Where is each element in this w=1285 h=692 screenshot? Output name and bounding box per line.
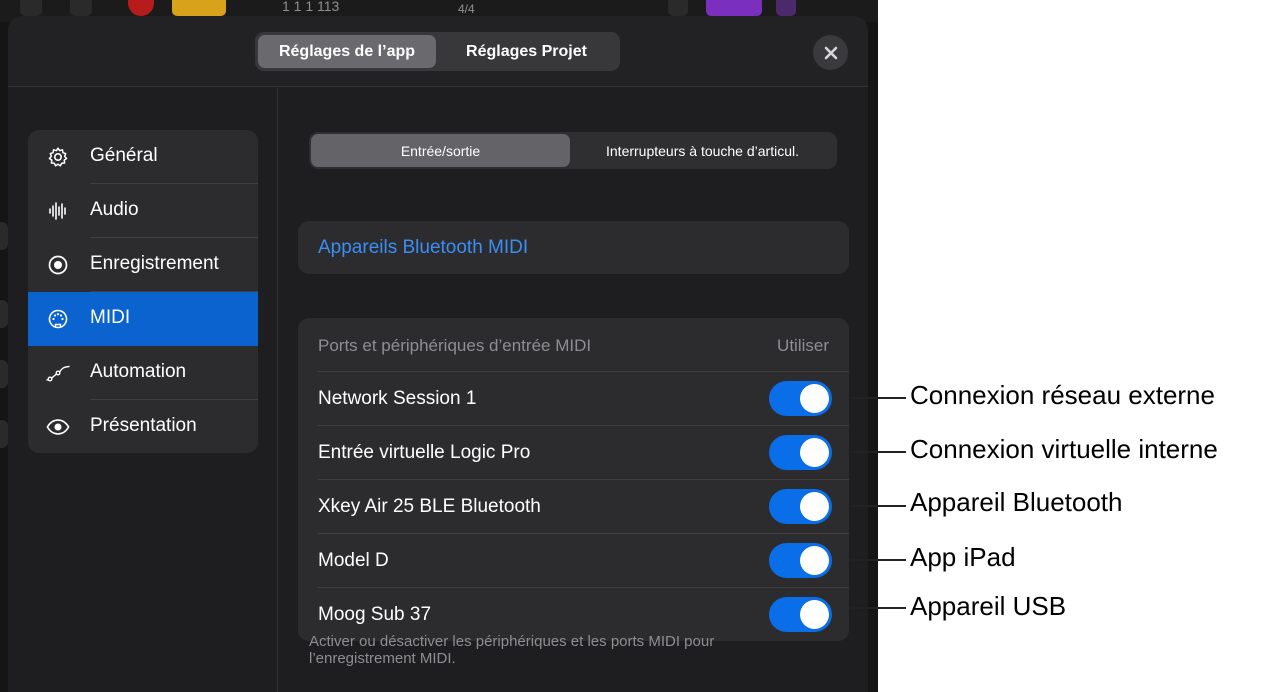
- background-track: [0, 360, 8, 388]
- sidebar-item-label: Automation: [90, 361, 187, 382]
- callout-leader-line: [851, 451, 906, 453]
- settings-modal: Réglages de l’app Réglages Projet Généra…: [8, 16, 868, 692]
- sidebar-item-label: Audio: [90, 199, 139, 220]
- callout-ipad-app: App iPad: [910, 542, 1016, 572]
- midi-subtabs: Entrée/sortie Interrupteurs à touche d’a…: [309, 132, 837, 169]
- port-name: Network Session 1: [318, 388, 477, 409]
- cycle-button: [172, 0, 226, 16]
- close-icon: [824, 46, 837, 59]
- toggle-knob: [800, 384, 829, 413]
- sidebar-item-label: Enregistrement: [90, 253, 219, 274]
- time-signature: 4/4: [458, 2, 475, 16]
- sidebar-item-midi[interactable]: MIDI: [28, 292, 258, 346]
- background-track: [0, 300, 8, 328]
- callout-bluetooth-device: Appareil Bluetooth: [910, 487, 1123, 517]
- callout-external-network: Connexion réseau externe: [910, 380, 1215, 410]
- callout-leader-line: [851, 559, 906, 561]
- waveform-icon: [46, 199, 70, 223]
- port-enable-toggle[interactable]: [769, 597, 832, 632]
- toolbar-button: [668, 0, 688, 16]
- use-column-label: Utiliser: [777, 336, 829, 355]
- port-enable-toggle[interactable]: [769, 435, 832, 470]
- callout-leader-line: [851, 505, 906, 507]
- record-icon: [46, 253, 70, 277]
- sidebar-item-recording[interactable]: Enregistrement: [28, 238, 258, 292]
- port-row-model-d: Model D: [298, 534, 849, 588]
- port-name: Entrée virtuelle Logic Pro: [318, 442, 531, 463]
- toggle-knob: [800, 600, 829, 629]
- record-button-icon: [128, 0, 154, 16]
- port-row-network-session: Network Session 1: [298, 372, 849, 426]
- bluetooth-midi-devices-link[interactable]: Appareils Bluetooth MIDI: [298, 221, 849, 274]
- sidebar-item-label: Général: [90, 145, 158, 166]
- automation-curve-icon: [46, 361, 70, 385]
- port-row-xkey-bluetooth: Xkey Air 25 BLE Bluetooth: [298, 480, 849, 534]
- rewind-icon: [20, 0, 42, 16]
- sidebar-item-audio[interactable]: Audio: [28, 184, 258, 238]
- modal-header: Réglages de l’app Réglages Projet: [8, 16, 868, 87]
- port-enable-toggle[interactable]: [769, 489, 832, 524]
- tab-project-settings[interactable]: Réglages Projet: [436, 35, 617, 68]
- port-enable-toggle[interactable]: [769, 381, 832, 416]
- toggle-knob: [800, 438, 829, 467]
- port-name: Model D: [318, 550, 389, 571]
- midi-input-ports-list: Ports et périphériques d’entrée MIDI Uti…: [298, 318, 849, 641]
- port-row-logic-virtual-input: Entrée virtuelle Logic Pro: [298, 426, 849, 480]
- tab-input-output[interactable]: Entrée/sortie: [311, 134, 570, 167]
- port-name: Xkey Air 25 BLE Bluetooth: [318, 496, 541, 517]
- port-name: Moog Sub 37: [318, 604, 432, 625]
- background-track: [0, 222, 8, 250]
- plugin-button: [776, 0, 796, 16]
- midi-port-icon: [46, 307, 70, 331]
- bluetooth-midi-devices-label: Appareils Bluetooth MIDI: [318, 236, 529, 258]
- callout-leader-line: [851, 607, 906, 609]
- tab-app-settings[interactable]: Réglages de l’app: [258, 35, 436, 68]
- eye-icon: [46, 415, 70, 439]
- browser-button: [706, 0, 762, 16]
- sidebar-item-automation[interactable]: Automation: [28, 346, 258, 400]
- gear-icon: [46, 145, 70, 169]
- play-icon: [70, 0, 92, 16]
- callout-usb-device: Appareil USB: [910, 591, 1067, 621]
- background-track: [0, 420, 8, 448]
- ports-list-title: Ports et périphériques d’entrée MIDI: [318, 336, 592, 355]
- callout-internal-virtual: Connexion virtuelle interne: [910, 434, 1218, 464]
- sidebar-item-presentation[interactable]: Présentation: [28, 400, 258, 453]
- settings-sidebar: Général Audio Enregistrement MIDI Automa…: [28, 130, 258, 453]
- toggle-knob: [800, 546, 829, 575]
- toggle-knob: [800, 492, 829, 521]
- sidebar-item-general[interactable]: Général: [28, 130, 258, 184]
- ports-footnote: Activer ou désactiver les périphériques …: [309, 633, 715, 667]
- callout-leader-line: [851, 397, 906, 399]
- close-button[interactable]: [813, 35, 848, 70]
- port-enable-toggle[interactable]: [769, 543, 832, 578]
- ports-list-header: Ports et périphériques d’entrée MIDI Uti…: [298, 318, 849, 372]
- content-divider: [277, 88, 278, 692]
- sidebar-item-label: Présentation: [90, 415, 197, 436]
- tab-articulation-switches[interactable]: Interrupteurs à touche d’articul.: [570, 134, 835, 167]
- settings-scope-segmented-control: Réglages de l’app Réglages Projet: [255, 32, 620, 71]
- timeline-position: 1 1 1 113: [282, 0, 340, 14]
- sidebar-item-label: MIDI: [90, 307, 131, 328]
